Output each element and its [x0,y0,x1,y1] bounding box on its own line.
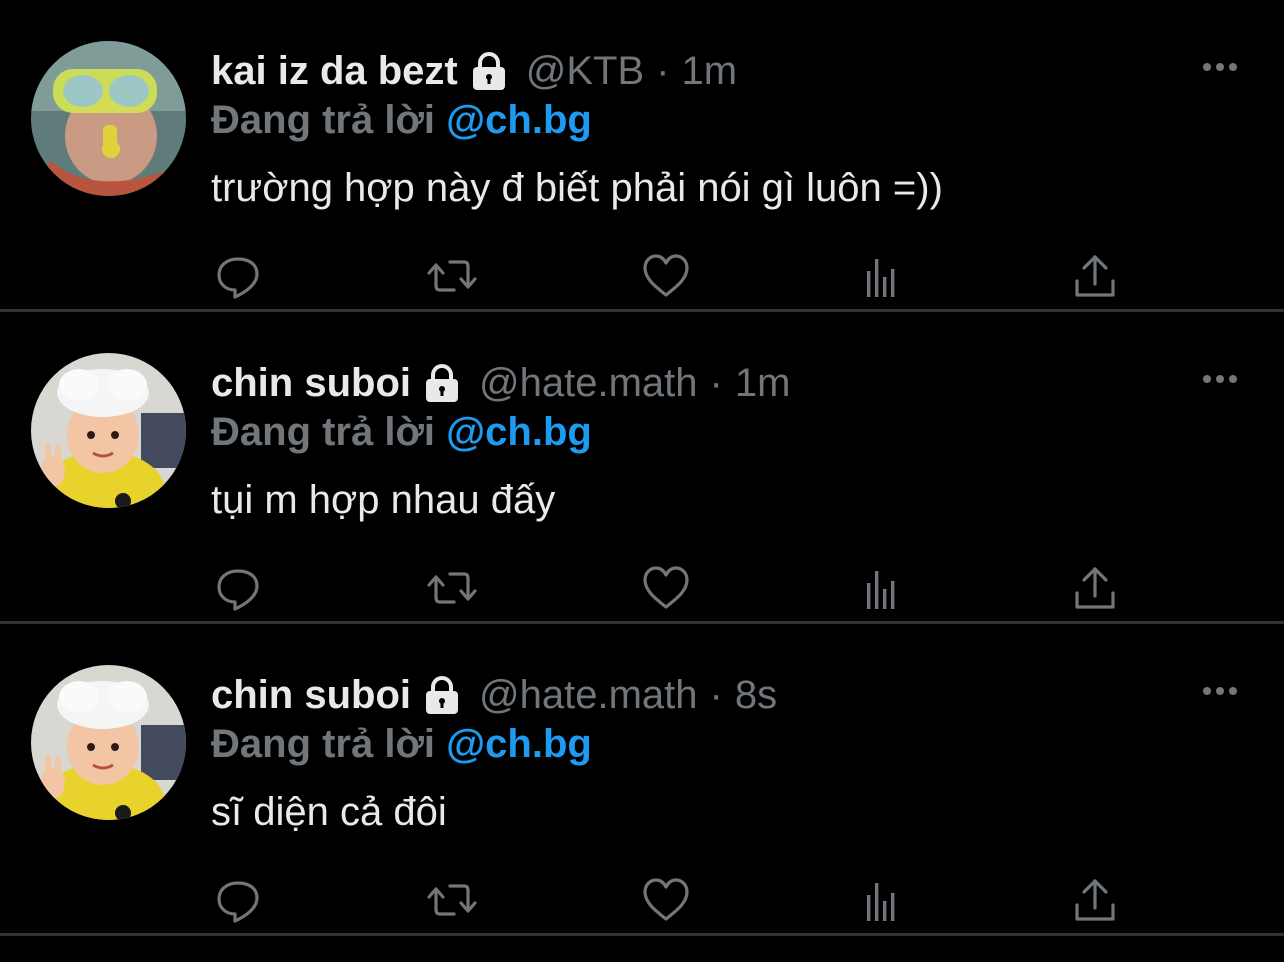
reply-icon [217,257,259,299]
like-button[interactable] [636,246,696,306]
share-button[interactable] [1065,558,1125,618]
share-button[interactable] [1065,246,1125,306]
tweet-text: sĩ diện cả đôi [211,790,447,834]
timestamp[interactable]: 1m [735,357,791,409]
retweet-icon [427,884,477,916]
reply-context: Đang trả lời @ch.bg [211,94,592,146]
like-button[interactable] [636,558,696,618]
like-button[interactable] [636,870,696,930]
lock-icon [421,675,463,715]
display-name[interactable]: chin suboi [211,669,411,721]
reply-mention-link[interactable]: @ch.bg [446,410,592,454]
avatar[interactable] [31,353,186,508]
like-icon [643,566,689,609]
retweet-button[interactable] [422,558,482,618]
snorkel-mask-avatar [31,41,186,196]
handle[interactable]: @hate.math [479,669,698,721]
reply-prefix: Đang trả lời [211,410,447,454]
like-icon [643,878,689,921]
separator: · [709,673,723,717]
share-button[interactable] [1065,870,1125,930]
reply-icon [217,881,259,923]
tweet[interactable]: kai iz da bezt @KTB · 1m Đang trả lời @c… [0,0,1284,312]
reply-mention-link[interactable]: @ch.bg [446,722,592,766]
retweet-button[interactable] [422,246,482,306]
analytics-button[interactable] [851,558,911,618]
reply-button[interactable] [208,870,268,930]
retweet-icon [427,572,477,604]
tweet-text: trường hợp này đ biết phải nói gì luôn =… [211,166,943,210]
analytics-icon [867,571,895,609]
analytics-icon [867,259,895,297]
reply-context: Đang trả lời @ch.bg [211,718,592,770]
separator: · [709,361,723,405]
separator: · [656,49,670,93]
share-icon [1075,879,1115,921]
reply-icon [217,569,259,611]
analytics-button[interactable] [851,870,911,930]
display-name[interactable]: kai iz da bezt [211,45,458,97]
reply-mention-link[interactable]: @ch.bg [446,98,592,142]
display-name[interactable]: chin suboi [211,357,411,409]
child-chef-hat-avatar [31,665,186,820]
handle[interactable]: @KTB [526,45,644,97]
divider [0,933,1284,936]
analytics-icon [867,883,895,921]
share-icon [1075,255,1115,297]
share-icon [1075,567,1115,609]
reply-context: Đang trả lời @ch.bg [211,406,592,458]
more-options-icon[interactable] [1196,679,1244,703]
more-options-icon[interactable] [1196,367,1244,391]
reply-button[interactable] [208,558,268,618]
avatar[interactable] [31,665,186,820]
tweet-text: tụi m hợp nhau đấy [211,478,556,522]
more-options-icon[interactable] [1196,55,1244,79]
tweet[interactable]: chin suboi @hate.math · 1m Đang trả lời … [0,312,1284,624]
tweet-header: kai iz da bezt @KTB · 1m [211,45,737,97]
reply-prefix: Đang trả lời [211,722,447,766]
reply-button[interactable] [208,246,268,306]
reply-prefix: Đang trả lời [211,98,447,142]
child-chef-hat-avatar [31,353,186,508]
lock-icon [468,51,510,91]
tweet[interactable]: chin suboi @hate.math · 8s Đang trả lời … [0,624,1284,936]
tweet-header: chin suboi @hate.math · 1m [211,357,790,409]
avatar[interactable] [31,41,186,196]
timestamp[interactable]: 1m [681,45,737,97]
tweet-header: chin suboi @hate.math · 8s [211,669,777,721]
retweet-button[interactable] [422,870,482,930]
handle[interactable]: @hate.math [479,357,698,409]
timestamp[interactable]: 8s [735,669,777,721]
retweet-icon [427,260,477,292]
like-icon [643,254,689,297]
lock-icon [421,363,463,403]
analytics-button[interactable] [851,246,911,306]
